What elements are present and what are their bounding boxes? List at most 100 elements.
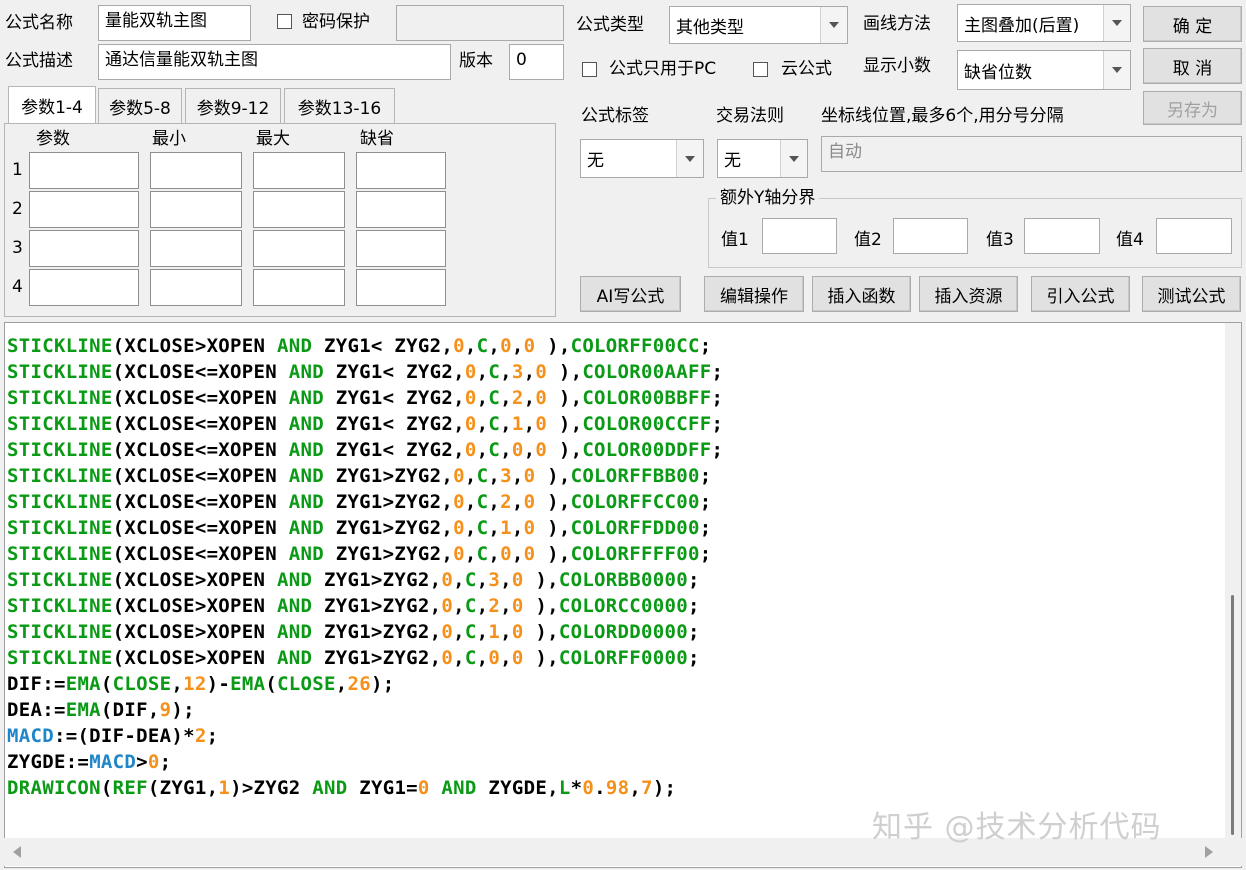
import-formula-button[interactable]: 引入公式 [1031, 276, 1130, 312]
code-token: 1 [218, 777, 231, 799]
code-token: STICKLINE [7, 595, 113, 617]
scroll-right-arrow-icon[interactable] [1204, 846, 1214, 858]
y-value-1-input[interactable] [762, 218, 837, 254]
code-token: 0 [511, 595, 524, 617]
code-line[interactable]: STICKLINE(XCLOSE<=XOPEN AND ZYG1>ZYG2,0,… [7, 541, 723, 567]
param-name-input[interactable] [29, 191, 139, 228]
param-max-input[interactable] [253, 269, 345, 306]
password-input[interactable] [396, 5, 564, 41]
code-token: , [488, 491, 501, 513]
param-header-min: 最小 [152, 129, 186, 149]
code-token: C [464, 647, 477, 669]
y-value-1-label: 值1 [721, 230, 749, 250]
code-line[interactable]: STICKLINE(XCLOSE<=XOPEN AND ZYG1< ZYG2,0… [7, 359, 723, 385]
insert-function-button[interactable]: 插入函数 [812, 276, 911, 312]
code-line[interactable]: DEA:=EMA(DIF,9); [7, 697, 723, 723]
decimals-select[interactable]: 缺省位数 [957, 50, 1131, 90]
code-line[interactable]: STICKLINE(XCLOSE>XOPEN AND ZYG1>ZYG2,0,C… [7, 645, 723, 671]
vertical-scrollbar[interactable] [1225, 323, 1241, 839]
param-name-input[interactable] [29, 152, 139, 189]
formula-type-value: 其他类型 [676, 17, 744, 38]
cancel-button[interactable]: 取 消 [1143, 48, 1242, 84]
pc-only-checkbox[interactable] [582, 62, 597, 77]
code-line[interactable]: STICKLINE(XCLOSE<=XOPEN AND ZYG1>ZYG2,0,… [7, 489, 723, 515]
code-token: AND [288, 491, 324, 513]
param-max-input[interactable] [253, 230, 345, 267]
code-line[interactable]: ZYGDE:=MACD>0; [7, 749, 723, 775]
code-token: ; [699, 465, 712, 487]
formula-type-select[interactable]: 其他类型 [669, 6, 848, 44]
code-text[interactable]: STICKLINE (XCLOSE>XOPEN AND ZYG1< ZYG2, 0,… [7, 333, 723, 801]
y-value-2-input[interactable] [893, 218, 968, 254]
param-min-input[interactable] [150, 152, 242, 189]
code-token: 0 [511, 439, 524, 461]
code-token: STICKLINE [7, 621, 113, 643]
test-formula-button[interactable]: 测试公式 [1142, 276, 1241, 312]
code-line[interactable]: STICKLINE(XCLOSE<=XOPEN AND ZYG1>ZYG2,0,… [7, 515, 723, 541]
code-line[interactable]: MACD:=(DIF-DEA)*2; [7, 723, 723, 749]
scroll-left-arrow-icon[interactable] [12, 846, 22, 858]
code-token: , [500, 413, 512, 435]
code-line[interactable]: STICKLINE(XCLOSE>XOPEN AND ZYG1>ZYG2,0,C… [7, 619, 723, 645]
code-token: , [476, 595, 489, 617]
code-token: AND [288, 361, 324, 383]
code-token: > [136, 751, 148, 773]
y-value-3-input[interactable] [1024, 218, 1100, 254]
code-line[interactable]: STICKLINE(XCLOSE<=XOPEN AND ZYG1< ZYG2,0… [7, 385, 723, 411]
code-line[interactable]: STICKLINE(XCLOSE<=XOPEN AND ZYG1>ZYG2,0,… [7, 463, 723, 489]
trade-rule-select[interactable]: 无 [717, 139, 808, 178]
code-token: ZYG1< ZYG2, [323, 413, 465, 435]
formula-tag-select[interactable]: 无 [580, 139, 704, 178]
edit-operations-button[interactable]: 编辑操作 [704, 276, 804, 312]
code-token: C [476, 517, 489, 539]
code-line[interactable]: DRAWICON(REF(ZYG1,1)>ZYG2 AND ZYG1=0 AND… [7, 775, 723, 801]
code-token: 2 [511, 387, 524, 409]
param-min-input[interactable] [150, 269, 242, 306]
version-input[interactable]: 0 [509, 44, 564, 80]
param-min-input[interactable] [150, 191, 242, 228]
code-token: STICKLINE [7, 465, 113, 487]
tab-params-13-16[interactable]: 参数13-16 [284, 88, 395, 124]
tab-params-5-8[interactable]: 参数5-8 [98, 88, 182, 124]
param-max-input[interactable] [253, 191, 345, 228]
param-row-label: 1 [12, 160, 23, 180]
code-editor[interactable]: STICKLINE (XCLOSE>XOPEN AND ZYG1< ZYG2, 0,… [4, 322, 1242, 868]
vertical-scrollbar-thumb[interactable] [1231, 595, 1234, 835]
code-line[interactable]: STICKLINE(XCLOSE>XOPEN AND ZYG1>ZYG2,0,C… [7, 567, 723, 593]
draw-method-select[interactable]: 主图叠加(后置) [957, 4, 1131, 42]
password-checkbox[interactable] [277, 14, 292, 29]
code-token: ; [711, 413, 724, 435]
ai-write-button[interactable]: AI写公式 [580, 276, 681, 312]
formula-desc-input[interactable]: 通达信量能双轨主图 [98, 44, 451, 80]
code-token: (XCLOSE>XOPEN [112, 647, 278, 669]
param-name-input[interactable] [29, 230, 139, 267]
param-name-input[interactable] [29, 269, 139, 306]
formula-name-input[interactable]: 量能双轨主图 [98, 5, 251, 41]
save-as-button[interactable]: 另存为 [1143, 91, 1242, 125]
tab-params-1-4[interactable]: 参数1-4 [8, 86, 96, 124]
code-token: ); [371, 673, 395, 695]
code-token: CLOSE [112, 673, 172, 695]
insert-resource-button[interactable]: 插入资源 [919, 276, 1018, 312]
code-line[interactable]: STICKLINE(XCLOSE>XOPEN AND ZYG1< ZYG2,0,… [7, 333, 723, 359]
param-default-input[interactable] [356, 230, 446, 267]
code-token: , [500, 361, 512, 383]
param-default-input[interactable] [356, 269, 446, 306]
code-token: STICKLINE [7, 491, 113, 513]
param-max-input[interactable] [253, 152, 345, 189]
param-min-input[interactable] [150, 230, 242, 267]
ok-button[interactable]: 确 定 [1143, 6, 1242, 42]
code-line[interactable]: STICKLINE(XCLOSE>XOPEN AND ZYG1>ZYG2,0,C… [7, 593, 723, 619]
cloud-formula-checkbox[interactable] [753, 62, 768, 77]
code-line[interactable]: DIF:=EMA(CLOSE,12)-EMA(CLOSE,26); [7, 671, 723, 697]
code-line[interactable]: STICKLINE(XCLOSE<=XOPEN AND ZYG1< ZYG2,0… [7, 437, 723, 463]
code-token: ), [535, 465, 571, 487]
coord-lines-input[interactable]: 自动 [821, 136, 1242, 172]
code-token: 0 [523, 465, 536, 487]
code-token: AND [277, 335, 313, 357]
param-default-input[interactable] [356, 191, 446, 228]
code-line[interactable]: STICKLINE(XCLOSE<=XOPEN AND ZYG1< ZYG2,0… [7, 411, 723, 437]
tab-params-9-12[interactable]: 参数9-12 [185, 88, 281, 124]
param-default-input[interactable] [356, 152, 446, 189]
y-value-4-input[interactable] [1156, 218, 1232, 254]
